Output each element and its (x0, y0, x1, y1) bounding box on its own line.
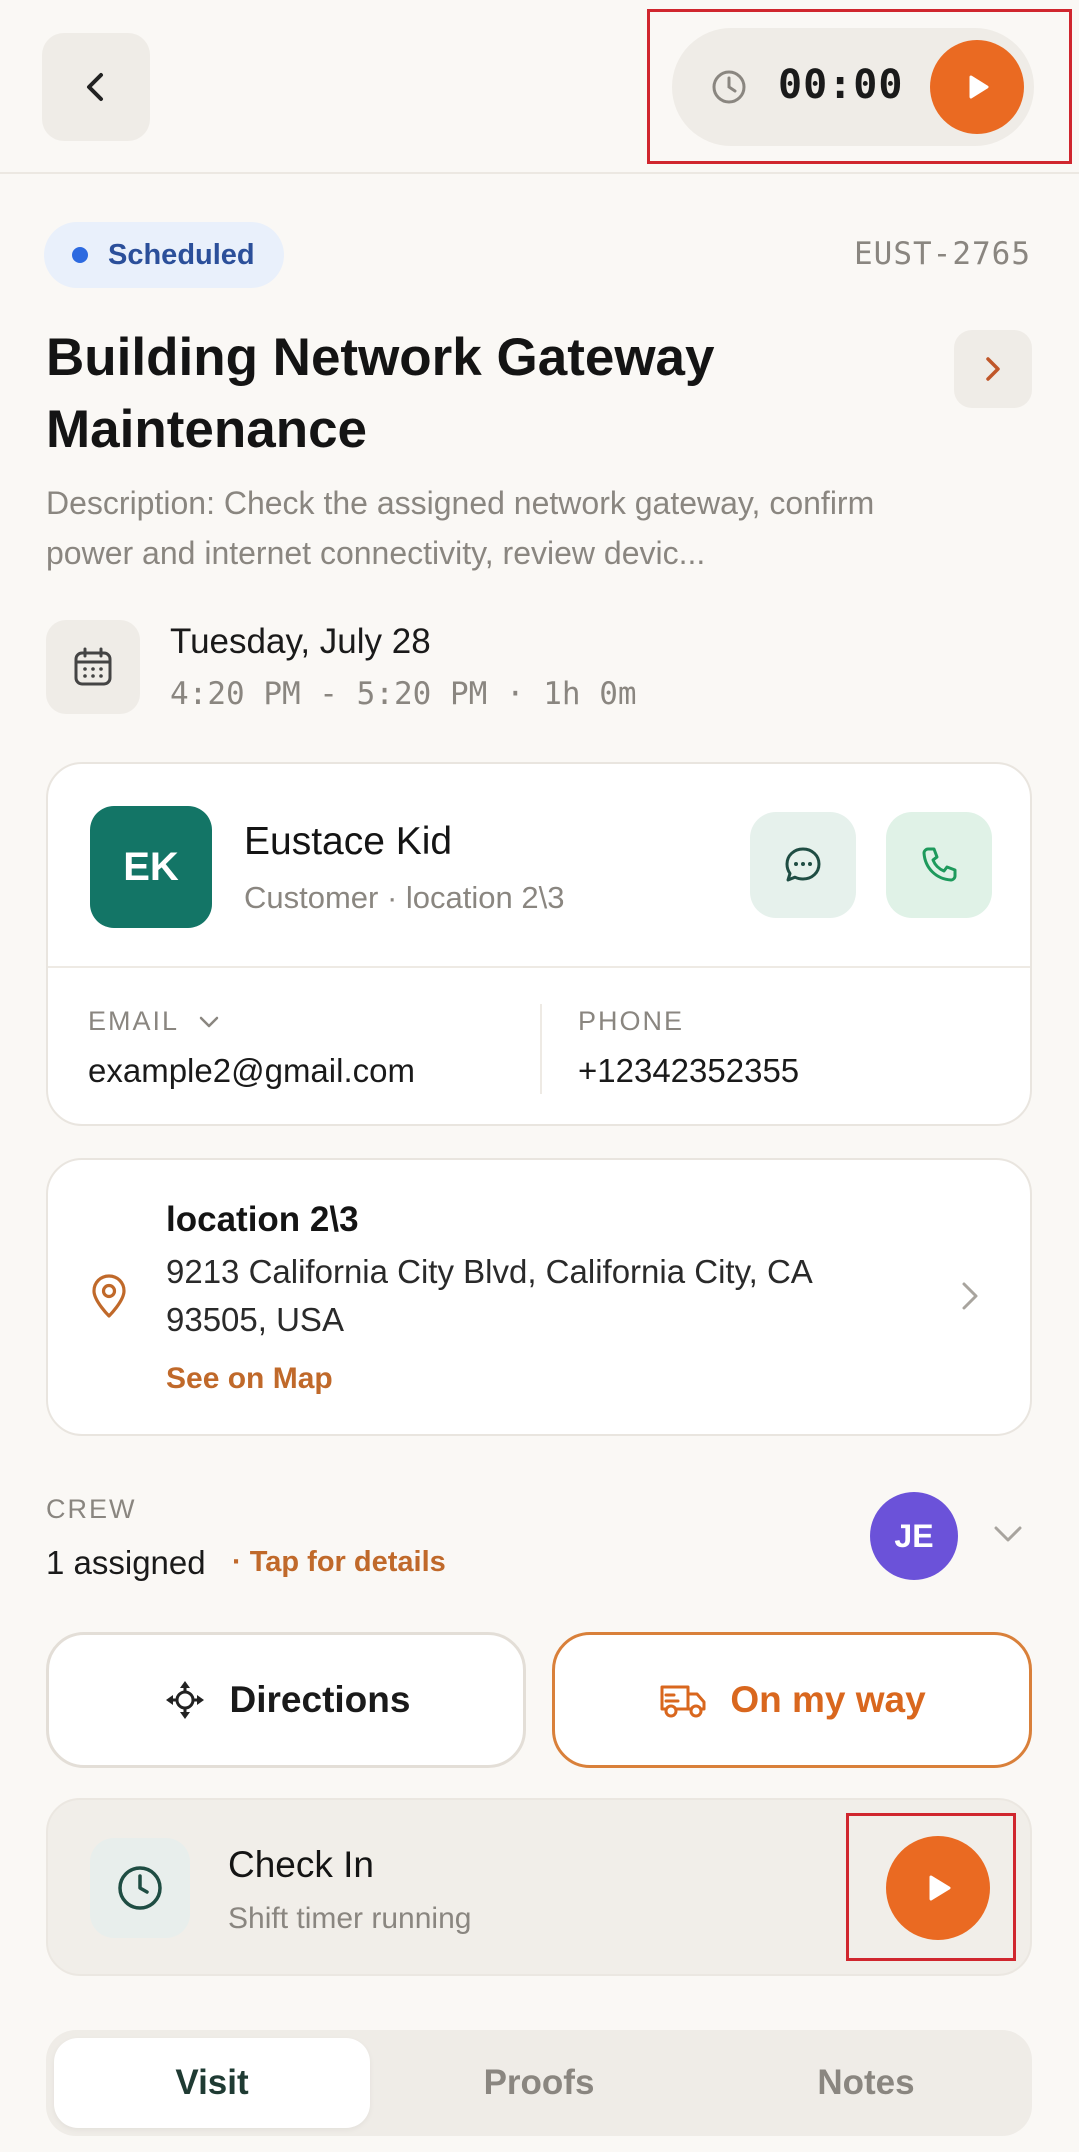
customer-card: EK Eustace Kid Customer · location 2\3 E… (46, 762, 1032, 1126)
crew-avatar[interactable]: JE (870, 1492, 958, 1580)
bottom-tabs: Visit Proofs Notes (46, 2030, 1032, 2136)
map-pin-icon (92, 1274, 126, 1318)
tab-visit[interactable]: Visit (54, 2038, 370, 2128)
customer-email[interactable]: example2@gmail.com (88, 1052, 415, 1090)
see-on-map-link[interactable]: See on Map (166, 1362, 333, 1396)
location-card[interactable]: location 2\3 9213 California City Blvd, … (46, 1158, 1032, 1436)
job-code: EUST-2765 (854, 236, 1031, 272)
back-button[interactable] (42, 33, 150, 141)
calendar-icon-box (46, 620, 140, 714)
truck-icon (660, 1685, 706, 1718)
customer-name: Eustace Kid (244, 820, 453, 863)
schedule-date: Tuesday, July 28 (170, 622, 431, 661)
job-description: Description: Check the assigned network … (46, 485, 875, 571)
phone-icon (922, 847, 957, 882)
status-dot (72, 247, 88, 263)
status-badge: Scheduled (44, 222, 284, 288)
crew-label: CREW (46, 1494, 137, 1524)
directions-button[interactable]: Directions (46, 1632, 526, 1768)
highlight-box-check-in (846, 1813, 1016, 1961)
check-in-title: Check In (228, 1844, 375, 1885)
card-divider (48, 966, 1030, 968)
email-label-text: EMAIL (88, 1006, 179, 1036)
job-details-button[interactable] (954, 330, 1032, 408)
on-my-way-button[interactable]: On my way (552, 1632, 1032, 1768)
chevron-right-icon (962, 1282, 978, 1310)
customer-phone[interactable]: +12342352355 (578, 1052, 799, 1090)
chevron-left-icon (87, 73, 103, 101)
crew-count: 1 assigned (46, 1544, 206, 1581)
customer-avatar: EK (90, 806, 212, 928)
clock-icon-box (90, 1838, 190, 1938)
highlight-box-timer (647, 9, 1072, 164)
directions-icon (165, 1681, 204, 1719)
schedule-time: 4:20 PM - 5:20 PM · 1h 0m (170, 676, 637, 712)
status-label: Scheduled (108, 238, 255, 271)
directions-label: Directions (229, 1679, 411, 1720)
chevron-right-icon (986, 357, 1000, 381)
location-name: location 2\3 (166, 1200, 359, 1239)
location-address: 9213 California City Blvd, California Ci… (166, 1253, 811, 1338)
phone-label: PHONE (578, 1006, 685, 1036)
message-button[interactable] (750, 812, 856, 918)
job-title: Building Network Gateway Maintenance (46, 328, 715, 459)
calendar-icon (74, 647, 112, 686)
on-my-way-label: On my way (730, 1679, 926, 1720)
tab-notes[interactable]: Notes (708, 2038, 1024, 2128)
check-in-subtitle: Shift timer running (228, 1902, 472, 1935)
clock-icon (118, 1866, 162, 1910)
call-button[interactable] (886, 812, 992, 918)
field-divider (540, 1004, 542, 1094)
email-label[interactable]: EMAIL (88, 1006, 220, 1037)
crew-details-link[interactable]: · Tap for details (232, 1546, 446, 1579)
tab-proofs[interactable]: Proofs (381, 2038, 697, 2128)
chat-icon (785, 847, 821, 882)
chevron-down-icon[interactable] (990, 1520, 1026, 1548)
customer-subtitle: Customer · location 2\3 (244, 880, 565, 915)
chevron-down-icon (199, 1016, 218, 1028)
